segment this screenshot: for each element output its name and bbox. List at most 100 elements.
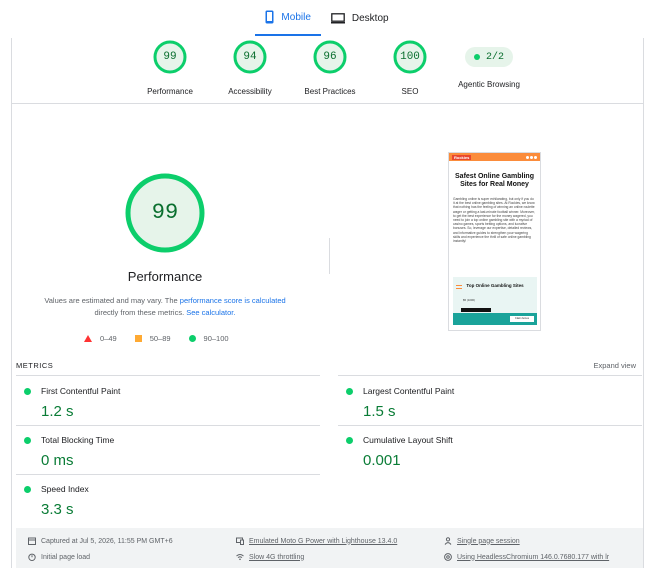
tab-mobile-label: Mobile bbox=[281, 11, 311, 23]
single-page-session-text: Single page session bbox=[457, 537, 520, 545]
pass-dot-icon bbox=[24, 485, 31, 493]
performance-score: 99 bbox=[151, 200, 179, 225]
gauge-label: Best Practices bbox=[304, 87, 356, 96]
single-page-session[interactable]: Single page session bbox=[444, 537, 520, 545]
legend-fail: 0–49 bbox=[84, 334, 117, 343]
metric-lcp: Largest Contentful Paint 1.5 s bbox=[346, 386, 626, 420]
form-factor-tabs: Mobile Desktop bbox=[0, 0, 654, 38]
tab-desktop-label: Desktop bbox=[351, 12, 389, 24]
metric-value: 0.001 bbox=[363, 452, 401, 469]
score-calculation-link[interactable]: performance score is calculated bbox=[180, 296, 286, 305]
performance-note: Values are estimated and may vary. The p… bbox=[25, 295, 305, 319]
legend-average-range: 50–89 bbox=[149, 334, 171, 343]
mobile-icon bbox=[265, 10, 274, 24]
pass-dot-icon bbox=[24, 436, 31, 444]
initial-page-load: Initial page load bbox=[28, 553, 90, 561]
timer-icon bbox=[28, 553, 36, 561]
metrics-divider bbox=[16, 425, 320, 426]
site-cta-strip: Claim bonus bbox=[453, 308, 537, 325]
score-legend: 0–49 50–89 90–100 bbox=[84, 334, 229, 343]
metric-label: Speed Index bbox=[41, 484, 89, 494]
gauge-score: 100 bbox=[400, 51, 420, 63]
agentic-pill: 2/2 bbox=[465, 47, 513, 67]
category-gauges: 99 Performance 94 Accessibility 96 Best … bbox=[130, 40, 530, 100]
legend-pass-range: 90–100 bbox=[203, 334, 229, 343]
gauge-label: Agentic Browsing bbox=[458, 80, 520, 89]
metric-label: Total Blocking Time bbox=[41, 435, 115, 445]
legend-pass: 90–100 bbox=[188, 334, 229, 343]
gauge-accessibility[interactable]: 94 Accessibility bbox=[210, 40, 290, 96]
note-text-2: directly from these metrics. bbox=[94, 308, 187, 317]
metric-value: 1.5 s bbox=[363, 403, 396, 420]
metric-value: 1.2 s bbox=[41, 403, 74, 420]
wifi-icon bbox=[236, 554, 244, 561]
gauge-label: Performance bbox=[147, 87, 193, 96]
divider bbox=[12, 103, 643, 104]
pass-dot-icon bbox=[473, 54, 480, 60]
gauge-label: SEO bbox=[401, 87, 419, 96]
initial-page-load-text: Initial page load bbox=[41, 553, 91, 561]
chrome-icon bbox=[444, 553, 452, 561]
emulated-device[interactable]: Emulated Moto G Power with Lighthouse 13… bbox=[236, 537, 397, 545]
site-cta-button: Claim bonus bbox=[510, 316, 534, 322]
calculator-link[interactable]: See calculator. bbox=[186, 308, 235, 317]
emulated-device-text: Emulated Moto G Power with Lighthouse 13… bbox=[249, 537, 398, 545]
captured-at-text: Captured at Jul 5, 2026, 11:55 PM GMT+6 bbox=[41, 537, 173, 545]
metric-label: Cumulative Layout Shift bbox=[363, 435, 453, 445]
network-throttling[interactable]: Slow 4G throttling bbox=[236, 553, 304, 561]
pass-dot-icon bbox=[346, 387, 353, 395]
pass-dot-icon bbox=[24, 387, 31, 395]
expand-view-button[interactable]: Expand view bbox=[593, 361, 636, 370]
site-box-title: Top Online Gambling Sites bbox=[466, 283, 524, 288]
agentic-value: 2/2 bbox=[485, 51, 504, 63]
metric-cls: Cumulative Layout Shift 0.001 bbox=[346, 435, 626, 469]
site-header-icons bbox=[526, 155, 537, 159]
score-ring: 94 bbox=[233, 40, 267, 74]
score-ring: 100 bbox=[393, 40, 427, 74]
browser-version-text: Using HeadlessChromium 146.0.7680.177 wi… bbox=[457, 553, 610, 561]
site-body-text: Gambling online is super exhilarating, b… bbox=[453, 197, 535, 244]
metric-value: 3.3 s bbox=[41, 501, 74, 518]
metric-value: 0 ms bbox=[41, 452, 74, 469]
score-ring: 99 bbox=[153, 40, 187, 74]
gauge-score: 96 bbox=[323, 51, 337, 63]
metrics-divider bbox=[338, 425, 642, 426]
gauge-score: 94 bbox=[243, 51, 257, 63]
metric-label: First Contentful Paint bbox=[41, 386, 121, 396]
calendar-icon bbox=[28, 537, 36, 545]
gauge-label: Accessibility bbox=[228, 87, 272, 96]
performance-title: Performance bbox=[127, 269, 203, 284]
site-box-text: $5 (1000) bbox=[463, 298, 475, 302]
metric-tbt: Total Blocking Time 0 ms bbox=[24, 435, 304, 469]
note-text: Values are estimated and may vary. The bbox=[44, 296, 180, 305]
network-throttling-text: Slow 4G throttling bbox=[249, 553, 305, 561]
fail-triangle-icon bbox=[84, 335, 92, 342]
metrics-divider bbox=[16, 375, 320, 376]
browser-version[interactable]: Using HeadlessChromium 146.0.7680.177 wi… bbox=[444, 553, 640, 561]
average-square-icon bbox=[134, 335, 142, 342]
metrics-divider bbox=[16, 474, 320, 475]
gauge-seo[interactable]: 100 SEO bbox=[370, 40, 450, 96]
tab-mobile[interactable]: Mobile bbox=[255, 0, 321, 36]
gauge-best-practices[interactable]: 96 Best Practices bbox=[290, 40, 370, 96]
tab-desktop[interactable]: Desktop bbox=[321, 0, 399, 36]
pass-dot-icon bbox=[346, 436, 353, 444]
device-icon bbox=[236, 537, 244, 545]
redacted-block bbox=[461, 308, 491, 312]
pass-circle-icon bbox=[188, 335, 196, 342]
performance-gauge: 99 bbox=[125, 173, 205, 253]
captured-at: Captured at Jul 5, 2026, 11:55 PM GMT+6 bbox=[28, 537, 173, 545]
menu-icon bbox=[456, 285, 462, 289]
metric-speed-index: Speed Index 3.3 s bbox=[24, 484, 304, 518]
legend-average: 50–89 bbox=[134, 334, 171, 343]
gauge-score: 99 bbox=[163, 51, 177, 63]
final-screenshot[interactable]: Rockies Safest Online Gambling Sites for… bbox=[448, 152, 541, 331]
site-heading: Safest Online Gambling Sites for Real Mo… bbox=[455, 173, 534, 188]
desktop-icon bbox=[330, 12, 345, 24]
gauge-agentic-browsing[interactable]: 2/2 Agentic Browsing bbox=[448, 40, 530, 89]
metric-fcp: First Contentful Paint 1.2 s bbox=[24, 386, 304, 420]
site-header: Rockies bbox=[449, 153, 540, 161]
metric-label: Largest Contentful Paint bbox=[363, 386, 455, 396]
metrics-heading: METRICS bbox=[16, 361, 54, 370]
gauge-performance[interactable]: 99 Performance bbox=[130, 40, 210, 96]
